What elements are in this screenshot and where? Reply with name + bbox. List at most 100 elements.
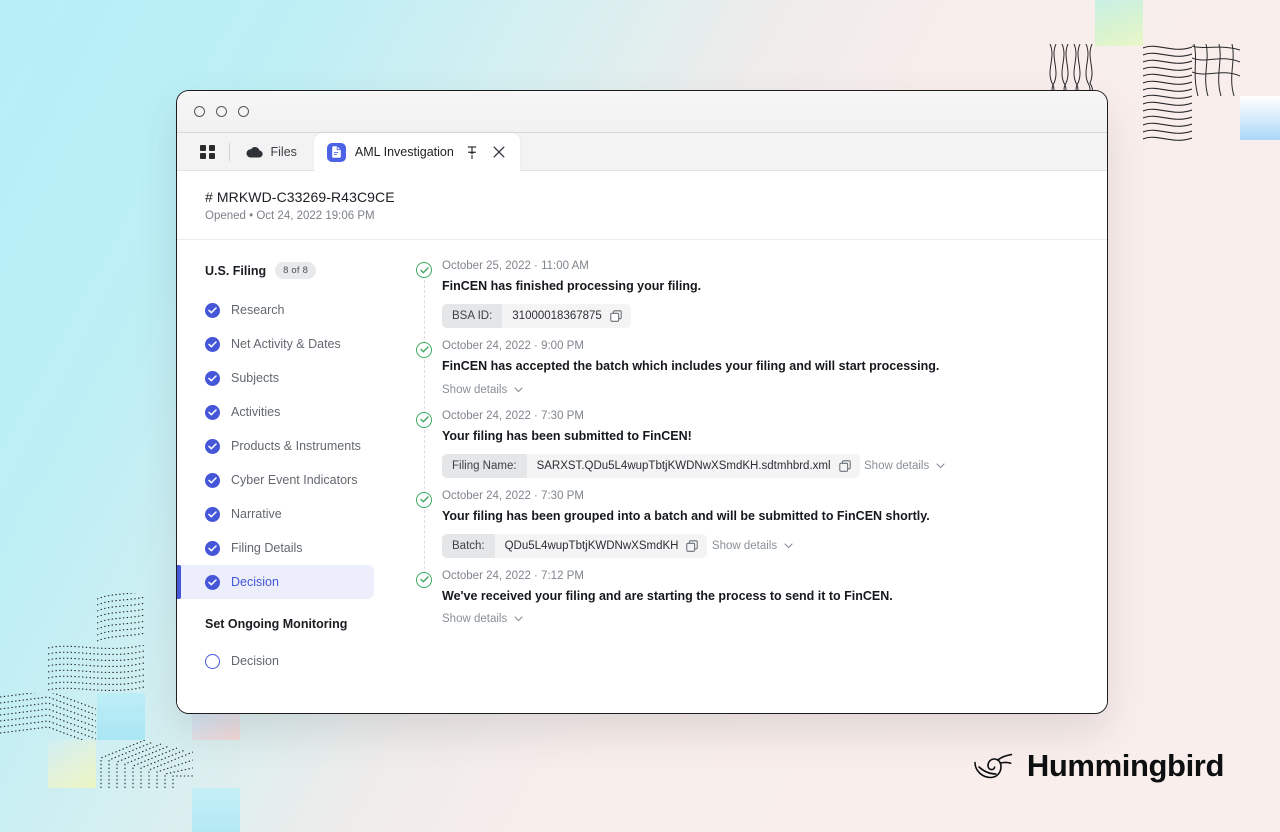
chevron-down-icon — [514, 387, 523, 393]
sidebar-item-net-activity-dates[interactable]: Net Activity & Dates — [177, 327, 374, 361]
field-value-wrap: QDu5L4wupTbtjKWDNwXSmdKH — [495, 534, 708, 558]
show-details-toggle[interactable]: Show details — [864, 460, 945, 472]
activity-timeline: October 25, 2022 · 11:00 AM FinCEN has f… — [386, 240, 1107, 713]
field-key: Filing Name: — [442, 453, 527, 478]
timeline-event-title: FinCEN has accepted the batch which incl… — [442, 358, 940, 373]
timeline-event-field: Batch: QDu5L4wupTbtjKWDNwXSmdKH — [442, 533, 708, 558]
check-circle-icon — [205, 336, 220, 352]
sidebar-item-cyber-event-indicators[interactable]: Cyber Event Indicators — [177, 463, 374, 497]
sidebar: U.S. Filing 8 of 8 Research Net Activity… — [177, 240, 386, 713]
sidebar-item-filing-details[interactable]: Filing Details — [177, 531, 374, 565]
window-close-button[interactable] — [194, 106, 205, 117]
apps-grid-button[interactable] — [189, 133, 226, 171]
timeline-event: October 25, 2022 · 11:00 AM FinCEN has f… — [416, 260, 1079, 344]
empty-circle-icon — [205, 653, 220, 669]
timeline-event-title: Your filing has been submitted to FinCEN… — [442, 428, 692, 443]
copy-icon[interactable] — [686, 539, 699, 552]
field-value: QDu5L4wupTbtjKWDNwXSmdKH — [504, 539, 679, 552]
timeline-event-time: October 24, 2022 · 9:00 PM — [442, 339, 584, 352]
deco-dots-wave-mid — [48, 645, 144, 692]
check-circle-icon — [205, 540, 220, 556]
show-details-label: Show details — [442, 383, 508, 396]
show-details-toggle[interactable]: Show details — [712, 540, 793, 552]
brand-lockup: Hummingbird — [973, 748, 1224, 784]
chevron-down-icon — [514, 616, 523, 622]
timeline-event: October 24, 2022 · 7:30 PM Your filing h… — [416, 409, 1079, 494]
timeline-event-time: October 24, 2022 · 7:12 PM — [442, 569, 584, 582]
window-titlebar — [177, 91, 1107, 133]
sidebar-item-label: Activities — [231, 405, 281, 419]
field-value-wrap: 31000018367875 — [502, 304, 631, 328]
case-status-line: Opened • Oct 24, 2022 19:06 PM — [205, 210, 375, 222]
brand-name: Hummingbird — [1026, 748, 1224, 783]
sidebar-item-activities[interactable]: Activities — [177, 395, 374, 429]
sidebar-item-label: Decision — [231, 575, 279, 589]
field-value: SARXST.QDu5L4wupTbtjKWDNwXSmdKH.sdtmhbrd… — [536, 459, 831, 472]
tab-strip: Files AML Investigation — [177, 133, 1107, 171]
sidebar-item-label: Cyber Event Indicators — [231, 473, 358, 487]
sidebar-section-header-ongoing-monitoring: Set Ongoing Monitoring — [177, 617, 386, 631]
sidebar-item-research[interactable]: Research — [177, 293, 374, 327]
field-key: Batch: — [442, 533, 495, 558]
deco-dots-chevron-bottom — [100, 740, 193, 788]
check-circle-icon — [205, 472, 220, 488]
deco-lines-horizontal-wave — [1143, 45, 1192, 141]
deco-dots-arc-top — [97, 593, 145, 642]
deco-gradient-square-lime — [48, 740, 96, 788]
tab-aml-label: AML Investigation — [354, 145, 454, 159]
copy-icon[interactable] — [838, 459, 851, 472]
show-details-toggle[interactable]: Show details — [442, 384, 523, 396]
show-details-label: Show details — [442, 613, 508, 626]
success-check-icon — [416, 571, 432, 588]
field-value: 31000018367875 — [512, 309, 602, 322]
field-key: BSA ID: — [442, 303, 503, 328]
success-check-icon — [416, 411, 432, 428]
check-circle-icon — [205, 506, 220, 522]
timeline-event: October 24, 2022 · 9:00 PM FinCEN has ac… — [416, 339, 1079, 414]
show-details-label: Show details — [711, 539, 778, 552]
close-icon[interactable] — [490, 143, 508, 161]
hummingbird-logo-icon — [974, 753, 1013, 779]
sidebar-item-label: Decision — [231, 654, 279, 668]
sidebar-section-count-badge: 8 of 8 — [275, 262, 317, 279]
timeline-event-time: October 24, 2022 · 7:30 PM — [442, 409, 584, 422]
tab-files-label: Files — [270, 145, 297, 159]
sidebar-item-decision[interactable]: Decision — [177, 565, 374, 599]
copy-icon[interactable] — [610, 310, 622, 322]
sidebar-item-label: Research — [231, 303, 285, 317]
sidebar-item-products-instruments[interactable]: Products & Instruments — [177, 429, 374, 463]
sidebar-item-label: Products & Instruments — [231, 439, 361, 453]
case-header: # MRKWD-C33269-R43C9CE Opened • Oct 24, … — [177, 171, 1107, 240]
sidebar-section-title: U.S. Filing — [205, 263, 267, 278]
check-circle-icon — [205, 574, 220, 590]
chevron-down-icon — [784, 542, 793, 548]
timeline-event: October 24, 2022 · 7:12 PM We've receive… — [416, 570, 1079, 640]
deco-gradient-square-pale — [192, 788, 240, 832]
tab-files[interactable]: Files — [233, 133, 310, 171]
pin-icon[interactable] — [463, 143, 481, 161]
timeline-event-title: We've received your filing and are start… — [442, 588, 893, 603]
success-check-icon — [416, 262, 432, 278]
window-maximize-button[interactable] — [238, 106, 249, 117]
sidebar-item-monitoring-decision[interactable]: Decision — [177, 644, 374, 678]
sidebar-section-title: Set Ongoing Monitoring — [205, 617, 348, 631]
deco-lines-net-mesh — [1192, 44, 1240, 96]
field-value-wrap: SARXST.QDu5L4wupTbtjKWDNwXSmdKH.sdtmhbrd… — [527, 454, 860, 478]
cloud-icon — [246, 147, 263, 158]
timeline-event-title: FinCEN has finished processing your fili… — [442, 279, 702, 293]
timeline-event: October 24, 2022 · 7:30 PM Your filing h… — [416, 489, 1079, 574]
sidebar-item-label: Narrative — [231, 507, 282, 521]
sidebar-item-label: Net Activity & Dates — [231, 337, 341, 351]
show-details-label: Show details — [864, 459, 930, 472]
window-minimize-button[interactable] — [216, 106, 227, 117]
tab-aml-investigation[interactable]: AML Investigation — [313, 133, 520, 171]
sidebar-item-subjects[interactable]: Subjects — [177, 361, 374, 395]
show-details-toggle[interactable]: Show details — [442, 613, 523, 625]
sidebar-item-narrative[interactable]: Narrative — [177, 497, 374, 531]
timeline-event-field: Filing Name: SARXST.QDu5L4wupTbtjKWDNwXS… — [442, 453, 860, 478]
check-circle-icon — [205, 302, 220, 318]
timeline-event-time: October 24, 2022 · 7:30 PM — [442, 489, 584, 502]
timeline-event-title: Your filing has been grouped into a batc… — [442, 508, 930, 523]
tab-separator — [228, 143, 230, 161]
case-id: # MRKWD-C33269-R43C9CE — [205, 189, 395, 205]
